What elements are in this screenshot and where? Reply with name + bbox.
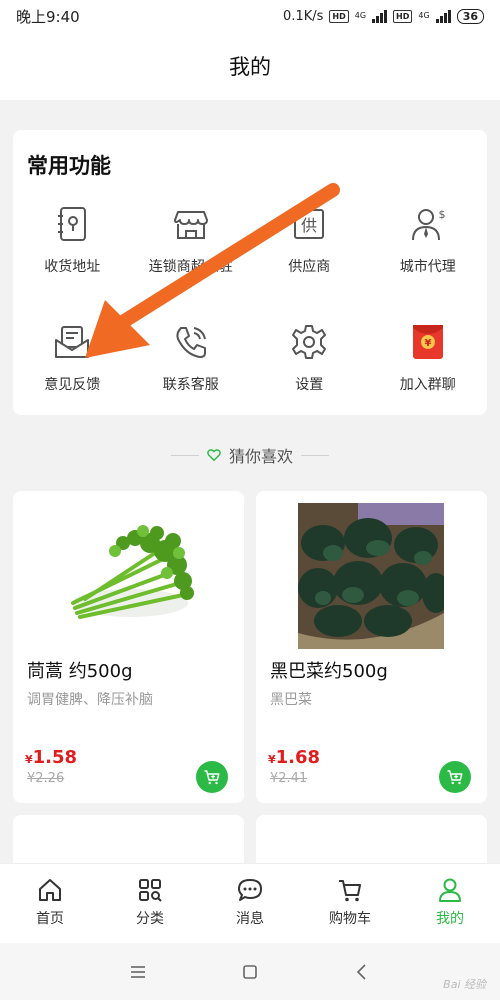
watermark: Bai 经验 [443, 978, 486, 991]
function-feedback[interactable]: 意见反馈 [13, 316, 132, 434]
tab-cart[interactable]: 购物车 [300, 864, 400, 943]
product-image-crown-daisy [71, 525, 194, 619]
back-icon[interactable] [351, 961, 373, 983]
product-description: 黑巴菜 [270, 692, 312, 708]
product-description: 调胃健脾、降压补脑 [27, 692, 153, 708]
function-address[interactable]: 收货地址 [13, 198, 132, 316]
function-label: 联系客服 [162, 377, 219, 393]
function-label: 城市代理 [399, 259, 456, 275]
category-icon [139, 879, 162, 902]
agent-icon: $ [411, 208, 445, 241]
price-value: 1.68 [275, 747, 321, 768]
address-book-icon [58, 207, 87, 241]
system-nav-bar [0, 943, 500, 1000]
tab-label: 首页 [36, 911, 64, 927]
divider-line [301, 454, 329, 456]
product-price: ¥1.58 [25, 747, 77, 768]
function-join-group[interactable]: ¥ 加入群聊 [369, 316, 488, 434]
product-price: ¥1.68 [268, 747, 320, 768]
tab-label: 分类 [136, 911, 164, 927]
guess-title: 猜你喜欢 [228, 447, 293, 466]
status-bar: 晚上9:40 0.1K/s HD 4G HD 4G 36 [0, 0, 500, 32]
function-label: 供应商 [288, 259, 331, 275]
function-chain-store[interactable]: 连锁商超入驻 [132, 198, 251, 316]
tab-messages[interactable]: 消息 [200, 864, 300, 943]
home-square-icon[interactable] [239, 961, 261, 983]
common-functions-title: 常用功能 [27, 154, 111, 178]
original-price: ¥2.41 [270, 771, 308, 786]
heart-icon [207, 449, 221, 462]
tab-home[interactable]: 首页 [0, 864, 100, 943]
message-icon [238, 879, 262, 901]
envelope-glyph: ¥ [424, 338, 431, 349]
home-icon [39, 879, 61, 901]
cart-icon [339, 880, 361, 902]
function-label: 连锁商超入驻 [148, 259, 233, 275]
network-speed: 0.1K/s [283, 8, 324, 24]
cart-icon [204, 770, 220, 785]
battery-indicator: 36 [456, 8, 484, 24]
add-to-cart-button[interactable] [196, 761, 228, 793]
hd-badge-2: HD [393, 9, 413, 23]
function-label: 加入群聊 [399, 377, 456, 393]
network-type-2: 4G [418, 11, 430, 20]
product-card[interactable]: 茼蒿 约500g 调胃健脾、降压补脑 ¥1.58 ¥2.26 [13, 491, 244, 803]
common-functions-card: 常用功能 收货地址 连锁商超入驻 供 供应商 $ 城市代理 意见反馈 联系客服 … [13, 130, 487, 415]
product-image-black-cabbage [298, 503, 444, 649]
product-name: 黑巴菜约500g [270, 661, 388, 682]
function-customer-service[interactable]: 联系客服 [132, 316, 251, 434]
add-to-cart-button[interactable] [439, 761, 471, 793]
function-label: 设置 [295, 377, 324, 393]
status-indicators: 0.1K/s HD 4G HD 4G 36 [283, 8, 484, 24]
function-label: 收货地址 [44, 259, 101, 275]
currency-symbol: ¥ [25, 753, 33, 766]
function-settings[interactable]: 设置 [250, 316, 369, 434]
page-title: 我的 [229, 55, 271, 79]
tab-mine[interactable]: 我的 [400, 864, 500, 943]
status-time: 晚上9:40 [16, 7, 80, 26]
supplier-icon: 供 [294, 209, 325, 239]
original-price: ¥2.26 [27, 771, 65, 786]
function-grid: 收货地址 连锁商超入驻 供 供应商 $ 城市代理 意见反馈 联系客服 设置 ¥ … [13, 198, 487, 434]
network-type-1: 4G [354, 11, 367, 20]
function-label: 意见反馈 [44, 377, 101, 393]
product-name: 茼蒿 约500g [27, 661, 133, 682]
cart-icon [447, 770, 463, 785]
supplier-glyph: 供 [301, 216, 317, 235]
signal-icon-2 [435, 9, 451, 23]
phone-icon [176, 327, 206, 358]
svg-text:$: $ [438, 208, 445, 221]
tab-category[interactable]: 分类 [100, 864, 200, 943]
tab-label: 我的 [436, 911, 464, 927]
gear-icon [292, 325, 327, 359]
menu-icon[interactable] [127, 961, 149, 983]
red-envelope-icon: ¥ [412, 325, 443, 359]
currency-symbol: ¥ [268, 753, 276, 766]
signal-icon-1 [372, 9, 388, 23]
price-value: 1.58 [32, 747, 78, 768]
bottom-tab-bar: 首页 分类 消息 购物车 我的 [0, 863, 500, 943]
guess-you-like-header: 猜你喜欢 [0, 440, 500, 470]
user-icon [439, 878, 461, 902]
product-card[interactable]: 黑巴菜约500g 黑巴菜 ¥1.68 ¥2.41 [256, 491, 487, 803]
store-icon [173, 211, 208, 239]
hd-badge-1: HD [329, 9, 349, 23]
function-supplier[interactable]: 供 供应商 [250, 198, 369, 316]
tab-label: 购物车 [329, 911, 371, 927]
divider-line [170, 454, 199, 456]
function-city-agent[interactable]: $ 城市代理 [369, 198, 488, 316]
tab-label: 消息 [236, 911, 264, 927]
page-header: 我的 [0, 32, 500, 100]
feedback-icon [55, 326, 90, 358]
